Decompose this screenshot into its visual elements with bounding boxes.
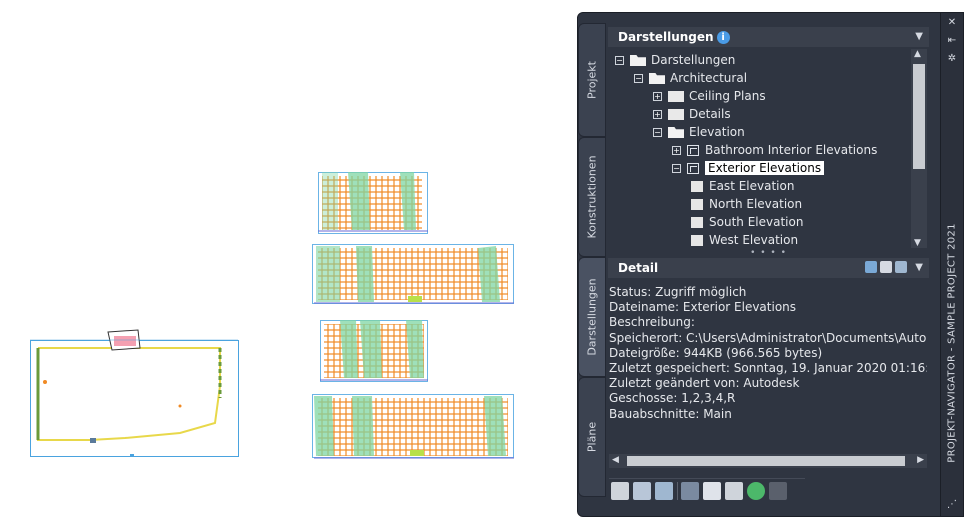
tree-item-label: East Elevation	[709, 179, 795, 193]
tab-plaene[interactable]: Pläne	[578, 377, 606, 497]
regenerate-icon[interactable]	[681, 482, 699, 500]
collapse-icon[interactable]: −	[672, 164, 681, 173]
elevation-drawings	[314, 172, 514, 459]
add-detail-view-icon[interactable]	[633, 482, 651, 500]
folder-icon	[668, 91, 684, 102]
toolbar-separator	[677, 482, 678, 500]
scroll-down-icon[interactable]: ▼	[914, 238, 921, 248]
tree-item[interactable]: − Darstellungen	[615, 51, 735, 69]
tree-item[interactable]: + Ceiling Plans	[653, 87, 766, 105]
detail-title: Detail	[618, 261, 659, 275]
detail-text: Status: Zugriff möglich Dateiname: Exter…	[609, 285, 927, 455]
tree-item-label: Ceiling Plans	[689, 89, 766, 103]
expand-icon[interactable]: +	[653, 110, 662, 119]
tree-item-label: North Elevation	[709, 197, 803, 211]
close-icon[interactable]: ✕	[945, 17, 959, 29]
model-space-view-icon	[691, 217, 703, 228]
properties-icon[interactable]	[880, 261, 892, 273]
detail-line-saved: Zuletzt gespeichert: Sonntag, 19. Januar…	[609, 361, 927, 376]
tree-item-label: South Elevation	[709, 215, 804, 229]
model-space-view-icon	[691, 199, 703, 210]
scroll-right-icon[interactable]: ▶	[917, 455, 924, 465]
tab-konstruktionen[interactable]: Konstruktionen	[578, 137, 606, 257]
tree-item-label: Darstellungen	[651, 53, 736, 67]
tree-item[interactable]: North Elevation	[691, 195, 802, 213]
detail-line-filename: Dateiname: Exterior Elevations	[609, 300, 797, 315]
darstellungen-header: Darstellungen i ▼	[608, 27, 929, 47]
detail-scroll-thumb[interactable]	[627, 456, 905, 466]
palette-tabs: Projekt Konstruktionen Darstellungen Plä…	[578, 13, 606, 516]
tree-item-label: Exterior Elevations	[705, 161, 825, 175]
folder-open-icon	[630, 55, 646, 66]
tree-item-label: Architectural	[670, 71, 748, 85]
section-splitter[interactable]: • • • •	[608, 249, 929, 258]
model-space-view-icon	[691, 235, 703, 246]
tree-item[interactable]: East Elevation	[691, 177, 794, 195]
preview-icon[interactable]	[895, 261, 907, 273]
detail-line-modified-by: Zuletzt geändert von: Autodesk	[609, 376, 800, 391]
detail-line-status: Status: Zugriff möglich	[609, 285, 747, 299]
darstellungen-title: Darstellungen	[618, 30, 714, 44]
settings-gear-icon[interactable]: ✲	[945, 53, 959, 65]
auto-hide-icon[interactable]: ⇤	[945, 35, 959, 47]
floor-plan-drawing	[30, 329, 238, 457]
expand-icon[interactable]: +	[653, 92, 662, 101]
expand-icon[interactable]: +	[672, 146, 681, 155]
repath-icon[interactable]	[703, 482, 721, 500]
tree-item[interactable]: South Elevation	[691, 213, 803, 231]
tree-vertical-scrollbar[interactable]: ▲ ▼	[911, 49, 927, 248]
folder-open-icon	[668, 127, 684, 138]
tree-item-label: Bathroom Interior Elevations	[705, 143, 878, 157]
tree-item-label: Details	[689, 107, 731, 121]
views-tree[interactable]: − Darstellungen − Architectural + Ceiling Pla…	[609, 49, 911, 248]
folder-open-icon	[649, 73, 665, 84]
detail-line-description: Beschreibung:	[609, 315, 695, 330]
palette-title: PROJEKT-NAVIGATOR - SAMPLE PROJECT 2021	[946, 223, 958, 463]
tree-item-label: West Elevation	[709, 233, 799, 247]
detail-horizontal-scrollbar[interactable]: ◀ ▶	[609, 454, 927, 468]
add-view-icon[interactable]	[611, 482, 629, 500]
refresh-detail-icon[interactable]	[865, 261, 877, 273]
tab-projekt[interactable]: Projekt	[578, 23, 606, 137]
navigator-toolbar	[609, 478, 805, 503]
scroll-left-icon[interactable]: ◀	[612, 455, 619, 465]
palette-title-bar[interactable]: ✕ ⇤ ✲ PROJEKT-NAVIGATOR - SAMPLE PROJECT…	[940, 13, 963, 516]
collapse-icon[interactable]: −	[634, 74, 643, 83]
collapse-icon[interactable]: −	[653, 128, 662, 137]
resize-grip-icon[interactable]: ⋰	[945, 499, 959, 511]
tree-item[interactable]: + Bathroom Interior Elevations	[672, 141, 877, 159]
add-section-view-icon[interactable]	[655, 482, 673, 500]
tree-item[interactable]: − Exterior Elevations	[672, 159, 825, 177]
tree-item[interactable]: West Elevation	[691, 231, 798, 248]
elevation-view-icon	[687, 145, 699, 156]
detail-line-levels: Geschosse: 1,2,3,4,R	[609, 391, 736, 406]
disabled-tool-icon	[769, 482, 787, 500]
tree-item[interactable]: − Architectural	[634, 69, 747, 87]
tree-item[interactable]: + Details	[653, 105, 731, 123]
elevation-view-icon	[687, 163, 699, 174]
detail-collapse-arrow-icon[interactable]: ▼	[915, 258, 923, 278]
refresh-icon[interactable]	[747, 482, 765, 500]
model-space-view-icon	[691, 181, 703, 192]
drawing-canvas[interactable]	[0, 0, 570, 522]
detail-line-location: Speicherort: C:\Users\Administrator\Docu…	[609, 330, 927, 345]
detail-header: Detail ▼	[608, 258, 929, 278]
info-icon[interactable]: i	[716, 31, 730, 44]
tree-item[interactable]: − Elevation	[653, 123, 745, 141]
scroll-up-icon[interactable]: ▲	[914, 49, 921, 59]
tree-item-label: Elevation	[689, 125, 745, 139]
folder-icon	[668, 109, 684, 120]
collapse-icon[interactable]: −	[615, 56, 624, 65]
tree-scroll-thumb[interactable]	[913, 64, 925, 169]
detail-line-filesize: Dateigröße: 944KB (966.565 bytes)	[609, 345, 823, 360]
project-navigator-palette: Projekt Konstruktionen Darstellungen Plä…	[577, 12, 964, 517]
tab-darstellungen[interactable]: Darstellungen	[578, 257, 606, 377]
detail-line-divisions: Bauabschnitte: Main	[609, 406, 732, 421]
project-browser-icon[interactable]	[725, 482, 743, 500]
collapse-arrow-icon[interactable]: ▼	[915, 27, 923, 47]
